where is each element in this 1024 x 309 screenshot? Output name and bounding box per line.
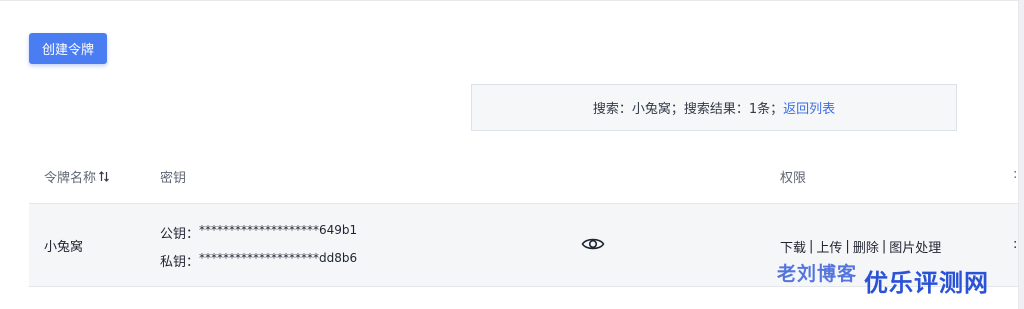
watermark-left: 老刘博客 <box>777 263 858 285</box>
public-key-line: 公钥： ********************649b1 <box>160 223 357 242</box>
perm-download: 下载 <box>780 241 807 256</box>
perm-separator: | <box>845 239 850 254</box>
column-header-cutoff: : <box>1013 167 1018 182</box>
perm-upload: 上传 <box>816 241 843 256</box>
search-result-text: 搜索：小兔窝；搜索结果：1条； <box>592 102 784 117</box>
public-key-value: ********************649b1 <box>199 223 358 237</box>
column-header-perms: 权限 <box>780 171 807 186</box>
perm-separator: | <box>881 239 887 254</box>
create-token-button[interactable]: 创建令牌 <box>29 33 107 64</box>
watermark-right: 优乐评测网 <box>864 269 989 297</box>
back-to-list-link[interactable]: 返回列表 <box>783 98 835 117</box>
perm-delete: 删除 <box>852 241 879 256</box>
private-key-label: 私钥： <box>160 255 200 270</box>
perm-image-process: 图片处理 <box>889 241 942 256</box>
permission-list: 下载 | 上传 | 删除 | 图片处理 <box>780 237 941 256</box>
eye-icon[interactable] <box>580 234 606 254</box>
private-key-value: ********************dd8b6 <box>199 251 358 265</box>
private-key-line: 私钥： ********************dd8b6 <box>160 251 357 270</box>
token-name: 小兔窝 <box>44 240 84 255</box>
perm-separator: | <box>809 239 814 254</box>
column-header-name[interactable]: 令牌名称 <box>44 167 110 186</box>
column-header-key: 密钥 <box>160 171 187 186</box>
search-result-banner: 搜索：小兔窝；搜索结果：1条； 返回列表 <box>471 84 957 131</box>
column-header-name-label: 令牌名称 <box>44 171 97 186</box>
token-panel: 创建令牌 搜索：小兔窝；搜索结果：1条； 返回列表 令牌名称 密钥 权限 : 小… <box>0 0 1019 309</box>
row-cutoff: : <box>1013 237 1018 252</box>
public-key-label: 公钥： <box>160 227 200 242</box>
sort-icon[interactable] <box>98 170 110 183</box>
